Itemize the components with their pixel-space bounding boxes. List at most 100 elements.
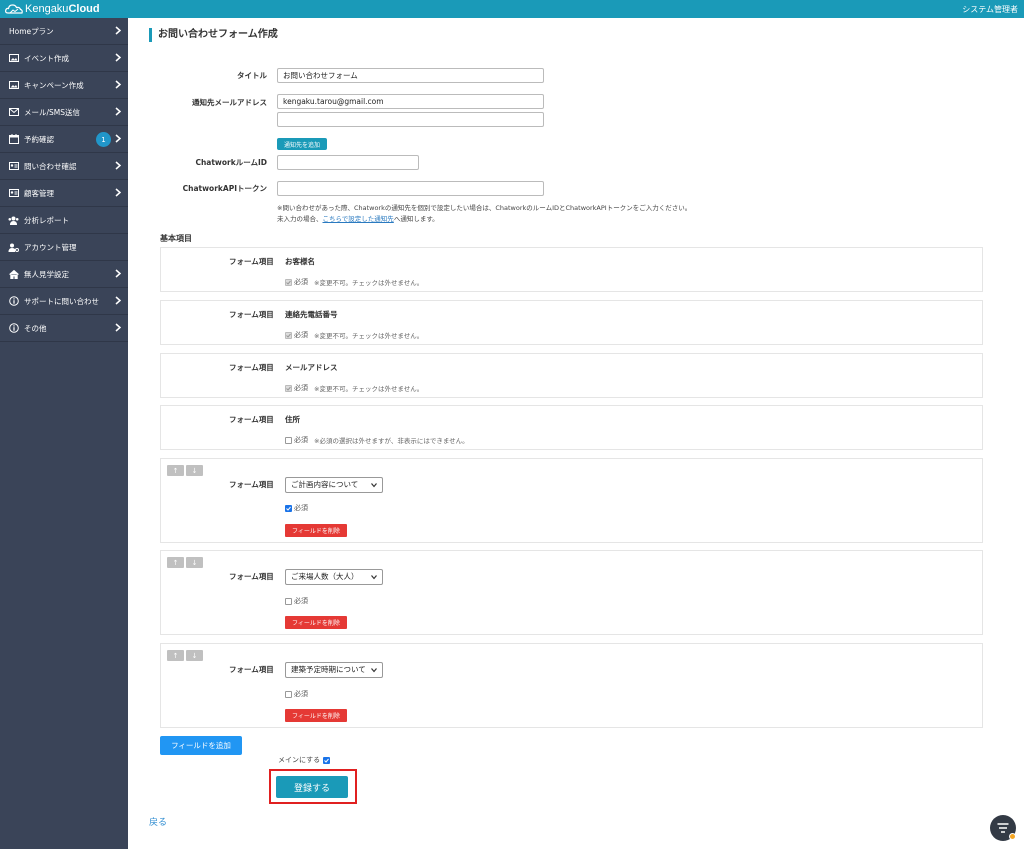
sidebar-item-reservations[interactable]: 予約確認 1 <box>0 126 128 153</box>
title-input[interactable]: お問い合わせフォーム <box>277 68 544 83</box>
sidebar-item-account[interactable]: アカウント管理 <box>0 234 128 261</box>
chevron-down-icon <box>371 483 377 488</box>
main-toggle: メインにする <box>278 755 331 765</box>
submit-button[interactable]: 登録する <box>276 776 348 798</box>
sidebar-item-label: アカウント管理 <box>24 242 77 252</box>
custom-field-box: ↑ ↓ フォーム項目 ご来場人数（大人） 必須 フィールドを削除 <box>160 550 983 635</box>
required-checkbox[interactable] <box>285 690 292 698</box>
required-row: 必須 <box>285 689 308 699</box>
chevron-right-icon <box>115 323 121 332</box>
notification-dot <box>1009 833 1016 840</box>
filter-list-icon <box>997 823 1009 833</box>
required-row: 必須 <box>285 596 308 606</box>
field-type-select-value: ご来場人数（大人） <box>291 572 359 581</box>
note-text: 未入力の場合、 <box>277 215 323 223</box>
note-text: へ通知します。 <box>393 215 439 223</box>
admin-user-label[interactable]: システム管理者 <box>962 4 1018 15</box>
sidebar-item-label: Homeプラン <box>9 26 54 36</box>
reorder-buttons: ↑ ↓ <box>167 465 203 476</box>
sidebar-item-mail-sms[interactable]: メール/SMS送信 <box>0 99 128 126</box>
back-link[interactable]: 戻る <box>149 815 167 828</box>
sidebar-item-other[interactable]: その他 <box>0 315 128 342</box>
info-icon <box>8 296 19 306</box>
required-note: ※変更不可。チェックは外せません。 <box>314 332 424 340</box>
top-bar: KengakuCloud システム管理者 <box>0 0 1024 18</box>
chevron-down-icon <box>371 668 377 673</box>
required-label: 必須 <box>294 278 308 286</box>
field-type-select[interactable]: ご来場人数（大人） <box>285 569 383 585</box>
chevron-right-icon <box>115 188 121 197</box>
form-field-label: フォーム項目 <box>229 363 274 372</box>
field-type-select[interactable]: 建築予定時期について <box>285 662 383 678</box>
image-icon <box>8 80 19 90</box>
sidebar-item-home-plan[interactable]: Homeプラン <box>0 18 128 45</box>
id-card-icon <box>8 188 19 198</box>
info-icon <box>8 323 19 333</box>
chevron-right-icon <box>115 296 121 305</box>
field-type-select[interactable]: ご計画内容について <box>285 477 383 493</box>
chevron-right-icon <box>115 26 121 35</box>
logo[interactable]: KengakuCloud <box>5 2 100 16</box>
envelope-icon <box>8 107 19 117</box>
delete-field-button[interactable]: フィールドを削除 <box>285 709 347 722</box>
sidebar-item-label: イベント作成 <box>24 53 69 63</box>
required-row: 必須 <box>285 503 308 513</box>
sidebar-item-label: 問い合わせ確認 <box>24 161 77 171</box>
move-up-button[interactable]: ↑ <box>167 465 184 476</box>
form-field-name: 住所 <box>285 415 300 424</box>
sidebar-item-support[interactable]: サポートに問い合わせ <box>0 288 128 315</box>
required-row: 必須 ※必須の選択は外せますが、非表示にはできません。 <box>285 435 469 445</box>
chatwork-room-label: ChatworkルームID <box>195 158 267 167</box>
move-down-button[interactable]: ↓ <box>186 557 203 568</box>
delete-field-button[interactable]: フィールドを削除 <box>285 524 347 537</box>
notification-settings-link[interactable]: こちらで設定した通知先 <box>323 215 394 223</box>
sidebar-item-inquiry-check[interactable]: 問い合わせ確認 <box>0 153 128 180</box>
form-field-name: お客様名 <box>285 257 315 266</box>
form-field-label: フォーム項目 <box>229 310 274 319</box>
field-type-select-value: 建築予定時期について <box>291 665 366 674</box>
sidebar-item-campaign-create[interactable]: キャンペーン作成 <box>0 72 128 99</box>
sidebar-item-analytics[interactable]: 分析レポート <box>0 207 128 234</box>
main-label: メインにする <box>278 756 321 764</box>
form-field-label: フォーム項目 <box>229 665 274 674</box>
sidebar-item-unmanned-tour[interactable]: 無人見学設定 <box>0 261 128 288</box>
required-checkbox[interactable] <box>285 504 292 512</box>
required-label: 必須 <box>294 504 308 512</box>
required-checkbox <box>285 384 292 392</box>
main-checkbox[interactable] <box>323 756 331 764</box>
reorder-buttons: ↑ ↓ <box>167 557 203 568</box>
chevron-right-icon <box>115 107 121 116</box>
required-checkbox <box>285 278 292 286</box>
submit-highlight: 登録する <box>269 769 357 804</box>
sidebar-item-customers[interactable]: 顧客管理 <box>0 180 128 207</box>
form-field-box: フォーム項目 メールアドレス 必須 ※変更不可。チェックは外せません。 <box>160 353 983 398</box>
add-email-button[interactable]: 通知先を追加 <box>277 138 327 150</box>
custom-field-box: ↑ ↓ フォーム項目 建築予定時期について 必須 フィールドを削除 <box>160 643 983 728</box>
chatwork-token-input[interactable] <box>277 181 544 196</box>
required-checkbox[interactable] <box>285 597 292 605</box>
email-input-1[interactable]: kengaku.tarou@gmail.com <box>277 94 544 109</box>
form-field-box: フォーム項目 住所 必須 ※必須の選択は外せますが、非表示にはできません。 <box>160 405 983 450</box>
chevron-right-icon <box>115 269 121 278</box>
move-up-button[interactable]: ↑ <box>167 557 184 568</box>
sidebar-item-label: 無人見学設定 <box>24 269 69 279</box>
form-field-name: メールアドレス <box>285 363 338 372</box>
required-checkbox[interactable] <box>285 436 292 444</box>
sidebar-item-label: キャンペーン作成 <box>24 80 84 90</box>
form-field-box: フォーム項目 お客様名 必須 ※変更不可。チェックは外せません。 <box>160 247 983 292</box>
custom-field-box: ↑ ↓ フォーム項目 ご計画内容について 必須 フィールドを削除 <box>160 458 983 543</box>
chatwork-room-input[interactable] <box>277 155 419 170</box>
move-down-button[interactable]: ↓ <box>186 465 203 476</box>
email-input-2[interactable] <box>277 112 544 127</box>
chevron-right-icon <box>115 53 121 62</box>
delete-field-button[interactable]: フィールドを削除 <box>285 616 347 629</box>
move-up-button[interactable]: ↑ <box>167 650 184 661</box>
sidebar-item-label: その他 <box>24 323 47 333</box>
title-label: タイトル <box>237 71 267 80</box>
email-label: 通知先メールアドレス <box>192 98 267 107</box>
floating-menu-button[interactable] <box>990 815 1016 841</box>
move-down-button[interactable]: ↓ <box>186 650 203 661</box>
add-field-button[interactable]: フィールドを追加 <box>160 736 242 755</box>
field-type-select-value: ご計画内容について <box>291 480 359 489</box>
sidebar-item-event-create[interactable]: イベント作成 <box>0 45 128 72</box>
